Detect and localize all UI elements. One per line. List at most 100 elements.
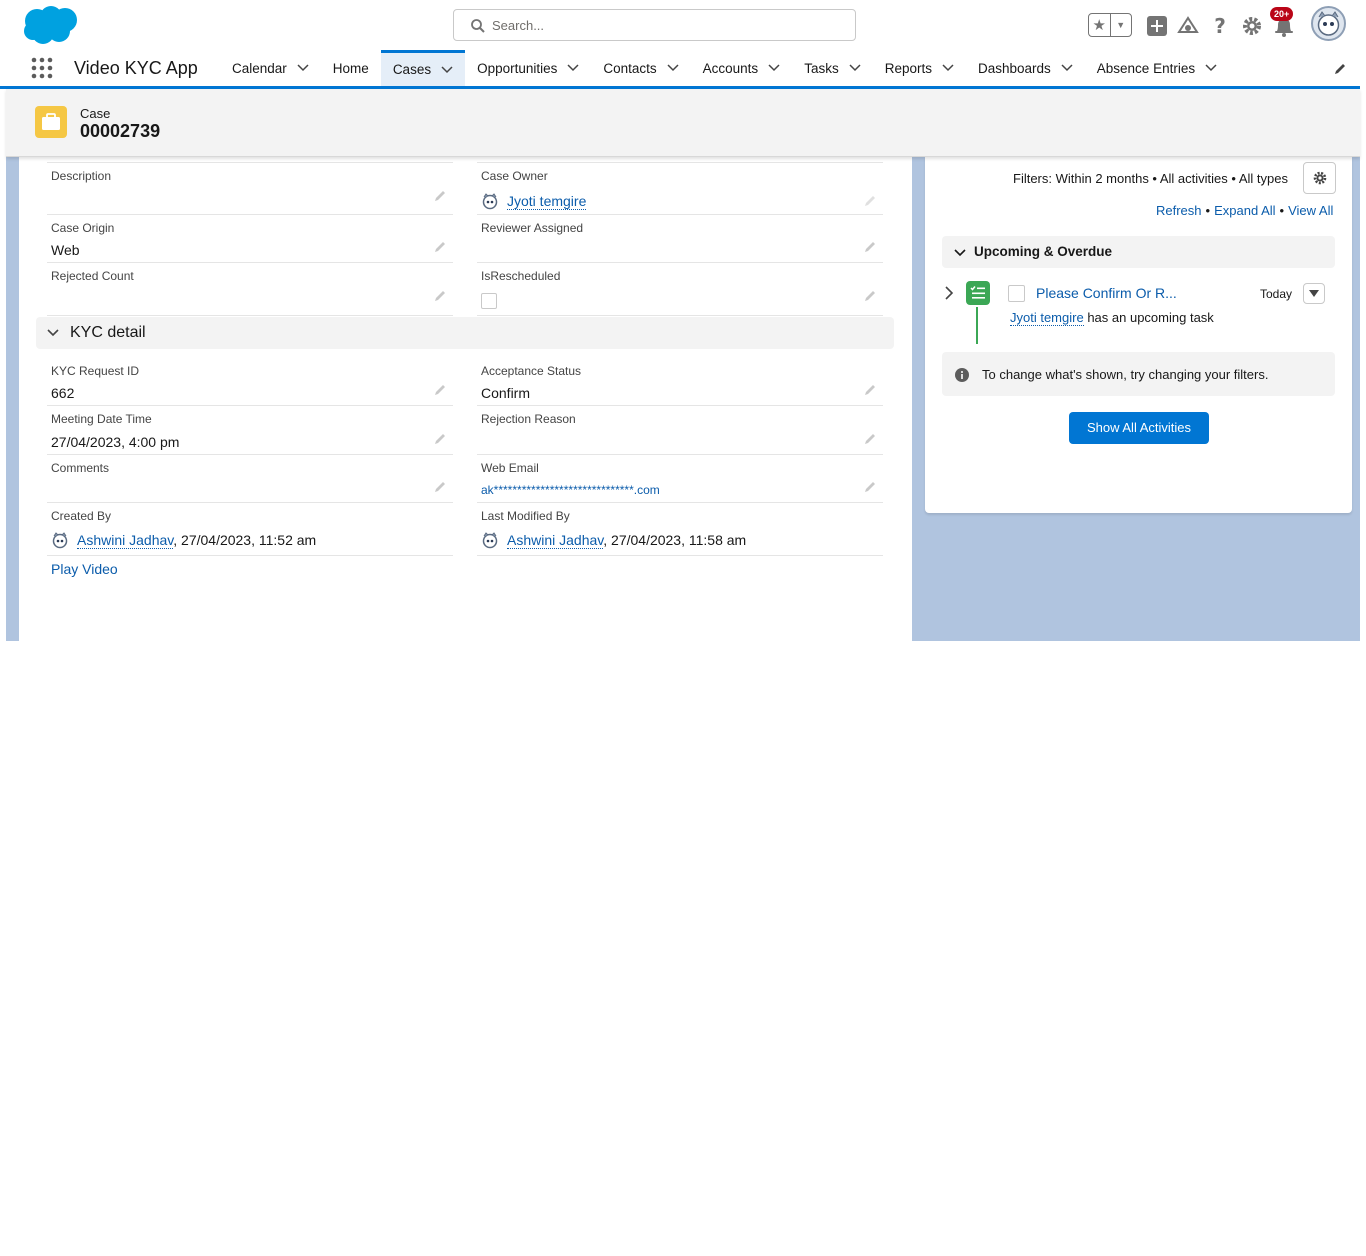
pencil-icon[interactable] [864,480,877,493]
field-value: 27/04/2023, 4:00 pm [51,434,180,450]
nav-item-label: Reports [884,60,932,76]
nav-item-absence-entries[interactable]: Absence Entries [1085,50,1229,86]
notification-badge: 20+ [1270,7,1294,21]
task-icon [966,281,990,305]
field-rejected-count: Rejected Count [47,263,453,316]
chevron-down-icon[interactable] [667,64,679,72]
field-case-owner: Case Owner Jyoti temgire [477,162,883,215]
chevron-down-icon[interactable] [1205,64,1217,72]
field-reviewer-assigned: Reviewer Assigned [477,215,883,263]
trailhead-icon[interactable] [1176,14,1200,38]
chevron-right-icon[interactable] [944,286,954,300]
pencil-icon[interactable] [434,189,447,202]
pencil-icon[interactable] [864,383,877,396]
record-title: 00002739 [80,121,161,141]
change-owner-icon[interactable] [864,194,877,207]
favorites-button[interactable]: ★ ▼ [1088,13,1132,37]
field-is-rescheduled: IsRescheduled [477,263,883,316]
salesforce-logo[interactable] [21,5,81,46]
refresh-link[interactable]: Refresh [1156,203,1202,218]
created-by-date: , 27/04/2023, 11:52 am [173,532,317,548]
expand-all-link[interactable]: Expand All [1214,203,1275,218]
pencil-icon[interactable] [434,240,447,253]
nav-item-dashboards[interactable]: Dashboards [966,50,1085,86]
info-icon [955,368,969,382]
field-created-by: Created By Ashwini Jadhav, 27/04/2023, 1… [47,503,453,556]
show-all-activities-button[interactable]: Show All Activities [1069,412,1209,444]
chevron-down-icon[interactable] [849,64,861,72]
pencil-icon[interactable] [864,240,877,253]
chevron-down-icon[interactable] [441,65,453,74]
view-all-link[interactable]: View All [1288,203,1333,218]
chevron-down-icon[interactable] [768,64,780,72]
chevron-down-icon[interactable]: ▼ [1109,14,1132,36]
chevron-down-icon[interactable] [954,248,966,257]
record-header: Case 00002739 [6,89,1360,157]
nav-item-calendar[interactable]: Calendar [220,50,321,86]
pencil-icon[interactable] [864,289,877,302]
field-label: Last Modified By [481,509,570,523]
created-by-user-link[interactable]: Ashwini Jadhav [77,532,174,549]
pencil-icon[interactable] [434,480,447,493]
field-label: Rejection Reason [481,412,576,426]
add-icon[interactable] [1145,14,1169,38]
nav-item-label: Contacts [603,60,657,76]
field-comments: Comments [47,455,453,503]
activity-settings-button[interactable] [1303,162,1336,194]
record-type: Case [80,106,111,121]
field-label: Meeting Date Time [51,412,152,426]
chevron-down-icon[interactable] [567,64,579,72]
field-acceptance-status: Acceptance Status Confirm [477,358,883,406]
nav-item-tasks[interactable]: Tasks [792,50,873,86]
play-video-link[interactable]: Play Video [51,561,118,577]
app-name: Video KYC App [74,58,198,78]
chevron-down-icon[interactable] [1061,64,1073,72]
kyc-section-header[interactable]: KYC detail [36,317,894,349]
task-title-link[interactable]: Please Confirm Or R... [1036,285,1177,301]
nav-item-reports[interactable]: Reports [873,50,966,86]
nav-item-label: Tasks [804,60,839,76]
field-web-email: Web Email ak****************************… [477,455,883,503]
chevron-down-icon[interactable] [297,64,309,72]
upcoming-overdue-header[interactable]: Upcoming & Overdue [942,236,1335,268]
field-label: Created By [51,509,112,523]
global-search-input[interactable]: Search... [453,9,856,41]
nav-item-opportunities[interactable]: Opportunities [465,50,591,86]
edit-nav-icon[interactable] [1333,62,1347,76]
task-user-link[interactable]: Jyoti temgire [1010,310,1084,326]
avatar[interactable] [1311,6,1346,41]
app-launcher-icon[interactable] [30,56,54,80]
case-owner-link[interactable]: Jyoti temgire [507,193,587,210]
nav-item-label: Opportunities [477,60,558,76]
help-icon[interactable]: ? [1208,14,1232,38]
field-description: Description [47,162,453,215]
timeline-line [976,307,978,344]
pencil-icon[interactable] [434,289,447,302]
info-text: To change what's shown, try changing you… [982,367,1269,382]
star-icon[interactable]: ★ [1089,14,1110,36]
chevron-down-icon[interactable] [47,328,59,338]
nav-item-label: Cases [392,62,432,77]
nav-item-contacts[interactable]: Contacts [591,50,690,86]
nav-item-cases[interactable]: Cases [380,50,466,86]
task-actions-menu[interactable] [1303,283,1325,304]
field-value: 662 [51,385,75,401]
nav-item-label: Absence Entries [1096,60,1196,76]
nav-item-accounts[interactable]: Accounts [691,50,793,86]
nav-item-label: Dashboards [977,60,1051,76]
gear-icon[interactable] [1240,14,1264,38]
field-case-origin: Case Origin Web [47,215,453,263]
last-modified-user-link[interactable]: Ashwini Jadhav [507,532,604,549]
field-label: Reviewer Assigned [481,221,584,235]
nav-item-home[interactable]: Home [321,50,381,86]
task-complete-checkbox[interactable] [1008,285,1025,302]
pencil-icon[interactable] [434,432,447,445]
web-email-link[interactable]: ak******************************.com [481,483,660,497]
separator: • [1279,203,1285,218]
chevron-down-icon[interactable] [942,64,954,72]
is-rescheduled-checkbox[interactable] [481,293,497,309]
nav-items: Calendar Home Cases Opportunities Contac… [220,50,1229,86]
pencil-icon[interactable] [434,383,447,396]
pencil-icon[interactable] [864,432,877,445]
activity-links: Refresh • Expand All • View All [1156,203,1333,218]
